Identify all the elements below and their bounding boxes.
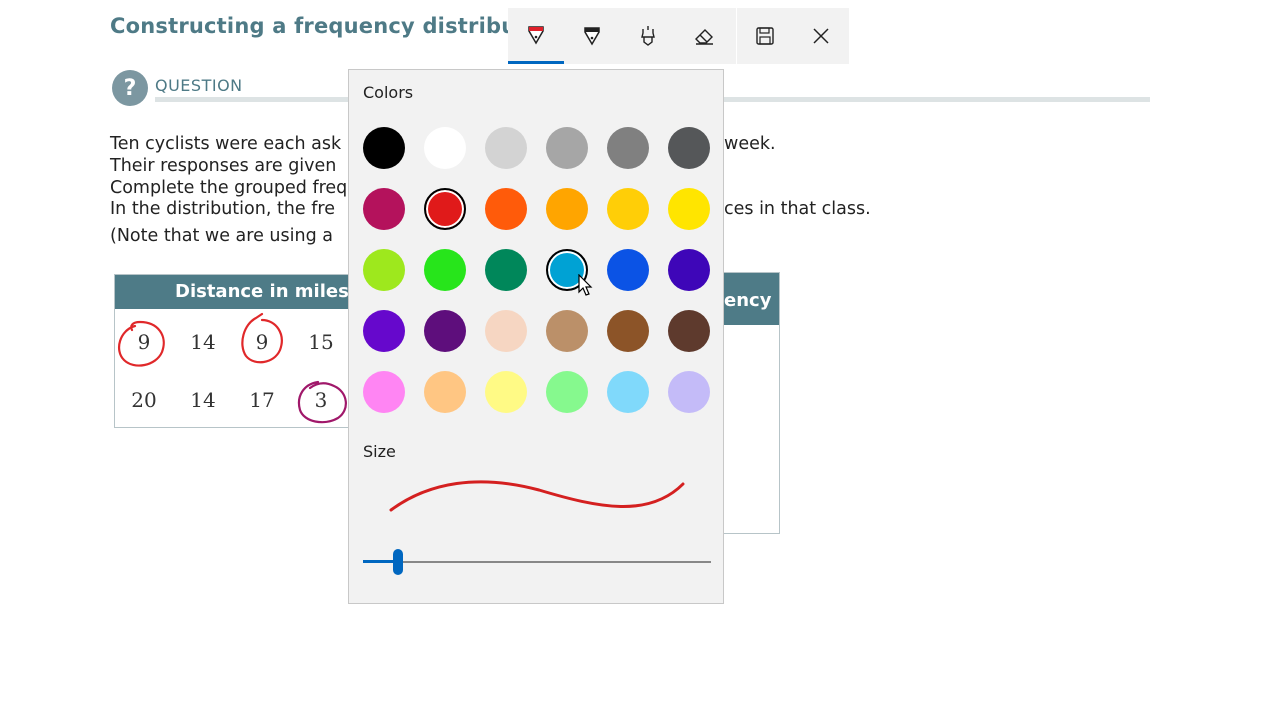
color-swatch[interactable]: [607, 188, 649, 230]
paragraph-line-1: Ten cyclists were each ask: [110, 134, 342, 154]
frequency-table: ency: [720, 272, 780, 534]
color-swatch[interactable]: [668, 127, 710, 169]
stroke-preview: [389, 480, 685, 512]
color-swatch[interactable]: [424, 310, 466, 352]
ink-toolbar: [508, 8, 849, 64]
color-swatch[interactable]: [546, 127, 588, 169]
pencil-icon: [584, 27, 600, 46]
color-swatch[interactable]: [485, 127, 527, 169]
table-cell: 17: [249, 388, 275, 412]
ballpoint-pen-button[interactable]: [508, 8, 564, 64]
table-cell: 15: [308, 330, 334, 354]
paragraph-line-2: Their responses are given: [110, 156, 337, 176]
color-swatch[interactable]: [668, 249, 710, 291]
eraser-button[interactable]: [676, 8, 732, 64]
color-swatch[interactable]: [607, 371, 649, 413]
table-cell: 9: [137, 330, 151, 354]
color-swatch[interactable]: [424, 127, 466, 169]
question-label: QUESTION: [155, 76, 243, 95]
colors-label: Colors: [363, 83, 414, 102]
color-swatch[interactable]: [363, 249, 405, 291]
color-swatch[interactable]: [363, 371, 405, 413]
color-swatch[interactable]: [668, 310, 710, 352]
color-swatch[interactable]: [607, 127, 649, 169]
table-cell: 3: [314, 388, 328, 412]
color-swatch[interactable]: [546, 188, 588, 230]
question-mark-icon: ?: [112, 70, 148, 106]
page-title: Constructing a frequency distribut: [110, 14, 527, 38]
color-swatch[interactable]: [485, 310, 527, 352]
color-swatch[interactable]: [668, 188, 710, 230]
save-icon: [756, 27, 774, 45]
pen-icon: [528, 25, 544, 44]
paragraph-line-3: Complete the grouped freq: [110, 178, 348, 198]
size-label: Size: [363, 442, 396, 461]
color-swatch[interactable]: [485, 188, 527, 230]
close-button[interactable]: [793, 8, 849, 64]
frequency-table-header: ency: [720, 273, 779, 325]
table-cell: 14: [190, 330, 216, 354]
color-swatch[interactable]: [546, 310, 588, 352]
color-swatch[interactable]: [424, 188, 466, 230]
size-slider-track: [363, 561, 711, 563]
color-swatch[interactable]: [668, 371, 710, 413]
table-cell: 14: [190, 388, 216, 412]
pencil-button[interactable]: [564, 8, 620, 64]
paragraph-line-4: In the distribution, the fre: [110, 199, 335, 219]
size-slider-thumb[interactable]: [392, 549, 403, 575]
table-cell: 9: [255, 330, 269, 354]
color-swatch[interactable]: [424, 371, 466, 413]
color-swatch[interactable]: [363, 188, 405, 230]
distance-table: Distance in miles 9 14 9 15 20 14 17 3: [114, 274, 364, 428]
table-cell: 20: [131, 388, 157, 412]
paragraph-line-1-tail: week.: [724, 134, 776, 154]
distance-table-header: Distance in miles: [115, 275, 363, 309]
highlighter-icon: [641, 26, 655, 46]
color-swatch[interactable]: [607, 310, 649, 352]
color-swatch[interactable]: [607, 249, 649, 291]
mouse-cursor-icon: [578, 274, 593, 296]
color-swatch[interactable]: [485, 249, 527, 291]
color-swatch[interactable]: [363, 310, 405, 352]
save-button[interactable]: [737, 8, 793, 64]
paragraph-line-4-tail: ces in that class.: [724, 199, 871, 219]
close-icon: [813, 28, 829, 44]
color-swatch[interactable]: [546, 371, 588, 413]
paragraph-line-5: (Note that we are using a: [110, 226, 333, 246]
color-swatch[interactable]: [424, 249, 466, 291]
color-swatch[interactable]: [485, 371, 527, 413]
highlighter-button[interactable]: [620, 8, 676, 64]
eraser-icon: [695, 29, 713, 45]
pen-settings-panel: Colors Size: [348, 69, 724, 604]
color-swatch[interactable]: [363, 127, 405, 169]
